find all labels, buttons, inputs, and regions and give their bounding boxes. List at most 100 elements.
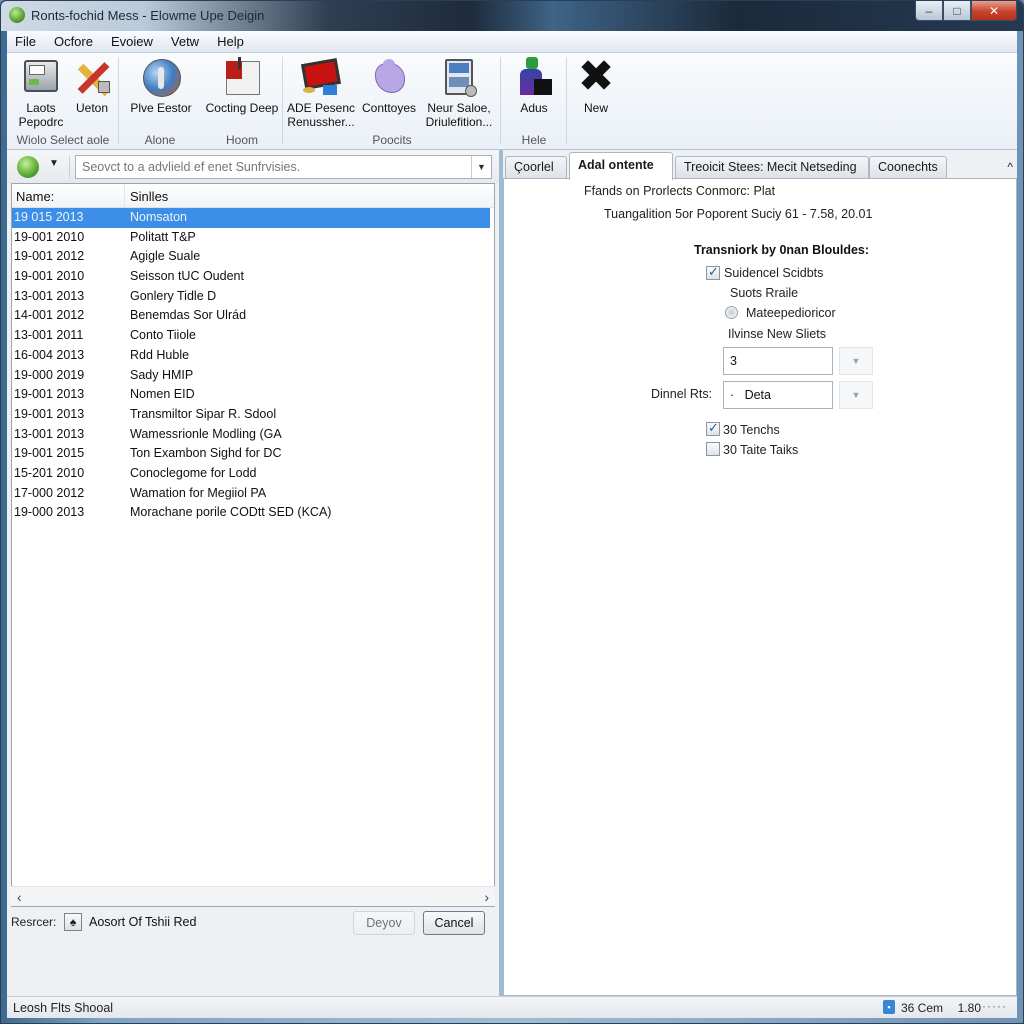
menu-help[interactable]: Help: [217, 34, 244, 49]
column-header-name[interactable]: Name:: [16, 189, 54, 204]
status-zoom[interactable]: 36 Cem: [901, 1001, 943, 1015]
user-icon: [514, 57, 554, 97]
sliets-dropdown-icon[interactable]: ▼: [839, 347, 873, 375]
cocting-deep-button[interactable]: Cocting Deep: [201, 57, 283, 115]
list-view: Name: Sinlles 19 015 2013 Nomsaton 19-001 …: [11, 183, 495, 907]
adus-button[interactable]: Adus: [509, 57, 559, 115]
scroll-left-icon[interactable]: ‹: [17, 889, 22, 905]
checkbox-30-taite[interactable]: [706, 442, 720, 456]
spade-icon[interactable]: ♠: [64, 913, 82, 931]
plve-eestor-button[interactable]: Plve Eestor: [125, 57, 197, 115]
list-item[interactable]: 19-001 2015 Ton Exambon Sighd for DC: [12, 444, 494, 464]
checkbox-suidencel-label: Suidencel Scidbts: [724, 266, 824, 280]
globe-icon[interactable]: [17, 156, 39, 178]
checkbox-30-taite-label: 30 Taite Taiks: [723, 443, 799, 457]
checkbox-suidencel[interactable]: [706, 264, 720, 280]
list-item-date: 19-000 2019: [14, 367, 85, 382]
app-window: Ronts-fochid Mess - Elowme Upe Deigin – …: [0, 0, 1024, 1024]
ribbon-group-label: Hoom: [225, 133, 258, 147]
radio-mateepedioricor-label: Mateepedioricor: [746, 306, 836, 320]
menu-view[interactable]: Vetw: [171, 34, 199, 49]
deploy-button[interactable]: Deyov: [353, 911, 415, 935]
x-icon: ✖: [577, 52, 615, 101]
new-label: New: [583, 101, 608, 115]
ribbon-group-hele: Adus Hele: [501, 53, 567, 150]
list-item-name: Nomen EID: [130, 387, 195, 402]
horizontal-scrollbar[interactable]: ‹ ›: [11, 886, 495, 906]
minimize-button[interactable]: –: [915, 1, 943, 21]
menu-file[interactable]: File: [15, 34, 36, 49]
checkbox-30-tenchs[interactable]: [706, 420, 720, 436]
list-item-name: Conto Tiiole: [130, 328, 197, 343]
list-item[interactable]: 19-001 2010 Politatt T&P: [12, 228, 494, 248]
ribbon-group-label: Poocits: [372, 133, 412, 147]
list-item-date: 19-001 2015: [14, 446, 85, 461]
menu-evoiew[interactable]: Evoiew: [111, 34, 153, 49]
list-item-name: Transmiltor Sipar R. Sdool: [130, 406, 277, 421]
column-header-sinlles[interactable]: Sinlles: [130, 189, 168, 204]
scroll-right-icon[interactable]: ›: [484, 889, 489, 905]
list-item[interactable]: 19-001 2013 Transmiltor Sipar R. Sdool: [12, 405, 494, 425]
list-item-date: 14-001 2012: [14, 308, 85, 323]
document-icon: [222, 57, 262, 97]
list-item[interactable]: 13-001 2013 Gonlery Tidle D: [12, 287, 494, 307]
list-rows: 19 015 2013 Nomsaton 19-001 2010 Politatt T…: [12, 208, 494, 523]
document-status-icon[interactable]: ▪: [883, 1000, 895, 1014]
dinnel-dropdown-icon[interactable]: ▼: [839, 381, 873, 409]
list-item[interactable]: 16-004 2013 Rdd Huble: [12, 346, 494, 366]
cancel-button[interactable]: Cancel: [423, 911, 485, 935]
conttoyes-button[interactable]: Conttoyes: [359, 57, 419, 115]
list-item[interactable]: 19-000 2013 Morachane porile CODtt SED (K…: [12, 503, 494, 523]
list-item-date: 17-000 2012: [14, 485, 85, 500]
tab-treoicit-stees[interactable]: Treoicit Stees: Mecit Netseding: [675, 156, 869, 178]
list-item-name: Gonlery Tidle D: [130, 288, 217, 303]
list-item[interactable]: 19 015 2013 Nomsaton: [12, 208, 490, 228]
list-item[interactable]: 19-001 2010 Seisson tUC Oudent: [12, 267, 494, 287]
neur-saloe-label: Neur Saloe, Driulefition...: [425, 101, 493, 129]
laots-button[interactable]: Laots Pepodrc: [13, 57, 69, 129]
list-item[interactable]: 19-001 2013 Nomen EID: [12, 385, 494, 405]
puzzle-icon: [369, 57, 409, 97]
search-dropdown-icon[interactable]: ▼: [471, 156, 491, 178]
resize-grip-icon[interactable]: ·····: [982, 999, 1007, 1013]
ribbon-group-label: Hele: [521, 133, 547, 147]
status-text: Leosh Flts Shooal: [13, 1001, 114, 1015]
list-item-date: 13-001 2011: [14, 328, 84, 343]
laots-label: Laots Pepodrc: [18, 101, 64, 129]
list-item[interactable]: 19-001 2012 Agigle Suale: [12, 247, 494, 267]
ribbon-group-label: Wiolo Select aole: [16, 133, 110, 147]
tab-coorlel[interactable]: Çoorlel: [505, 156, 567, 178]
section-title: Transniork by 0nan Blouldes:: [694, 243, 870, 257]
globe-icon: [141, 57, 181, 97]
ueton-button[interactable]: Ueton: [69, 57, 115, 115]
tab-content: Ffands on Prorlects Conmorc: Plat Tuanga…: [503, 178, 1017, 996]
list-item-date: 19-001 2010: [14, 229, 85, 244]
close-button[interactable]: ✕: [971, 1, 1017, 21]
chevron-up-icon[interactable]: ^: [1007, 160, 1013, 174]
new-button[interactable]: ✖ New: [573, 52, 619, 116]
radio-mateepedioricor[interactable]: [725, 306, 738, 319]
column-divider[interactable]: [124, 184, 125, 208]
list-item-name: Nomsaton: [130, 210, 187, 224]
menu-ocfore[interactable]: Ocfore: [54, 34, 93, 49]
neur-saloe-button[interactable]: Neur Saloe, Driulefition...: [421, 57, 497, 129]
list-item[interactable]: 19-000 2019 Sady HMIP: [12, 366, 494, 386]
list-item[interactable]: 15-201 2010 Conoclegome for Lodd: [12, 464, 494, 484]
list-item[interactable]: 14-001 2012 Benemdas Sor Ulrád: [12, 306, 494, 326]
ade-pesenc-button[interactable]: ADE Pesenc Renussher...: [285, 57, 357, 129]
list-item[interactable]: 13-001 2013 Wamessrionle Modling (GA: [12, 425, 494, 445]
bottom-bar: Resrcer: ♠ Aosort Of Tshii Red Deyov Can…: [7, 907, 499, 947]
list-item[interactable]: 13-001 2011 Conto Tiiole: [12, 326, 494, 346]
list-item[interactable]: 17-000 2012 Wamation for Megiiol PA: [12, 484, 494, 504]
search-toolbar: ▼ ▼: [7, 150, 499, 183]
tab-adal-ontente[interactable]: Adal ontente: [569, 152, 673, 180]
list-item-date: 15-201 2010: [14, 465, 85, 480]
tab-coonechts[interactable]: Coonechts: [869, 156, 947, 178]
search-input[interactable]: [76, 156, 471, 178]
maximize-button[interactable]: □: [943, 1, 971, 21]
list-item-name: Ton Exambon Sighd for DC: [130, 446, 282, 461]
search-box: ▼: [75, 155, 492, 179]
sliets-count-input[interactable]: [723, 347, 833, 375]
dinnel-input[interactable]: [723, 381, 833, 409]
chevron-down-icon[interactable]: ▼: [49, 158, 59, 169]
